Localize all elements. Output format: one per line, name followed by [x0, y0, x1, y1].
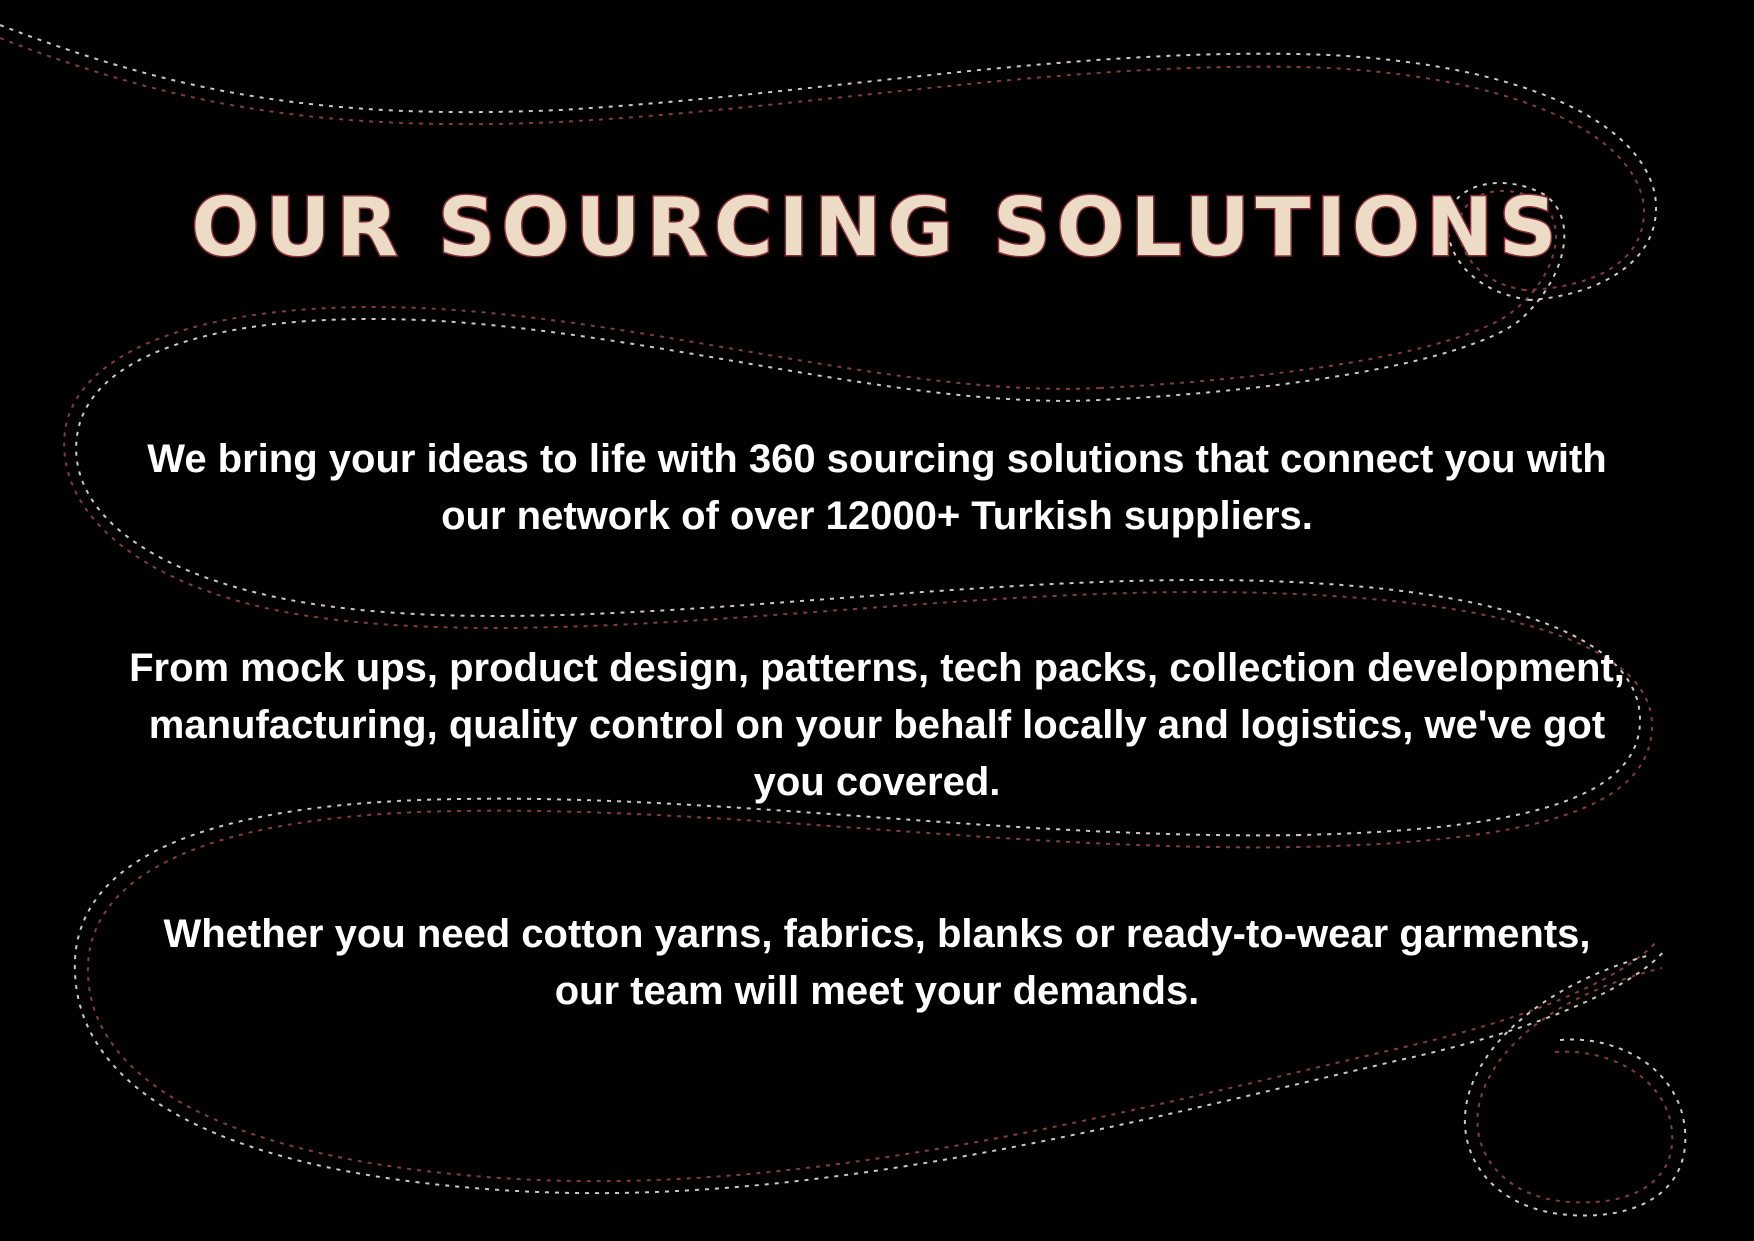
slide-canvas: OUR SOURCING SOLUTIONS We bring your ide… — [0, 0, 1754, 1241]
page-title: OUR SOURCING SOLUTIONS — [190, 181, 1563, 274]
intro-paragraph: We bring your ideas to life with 360 sou… — [147, 437, 1607, 538]
services-paragraph: From mock ups, product design, patterns,… — [129, 646, 1625, 804]
products-paragraph: Whether you need cotton yarns, fabrics, … — [163, 912, 1591, 1013]
